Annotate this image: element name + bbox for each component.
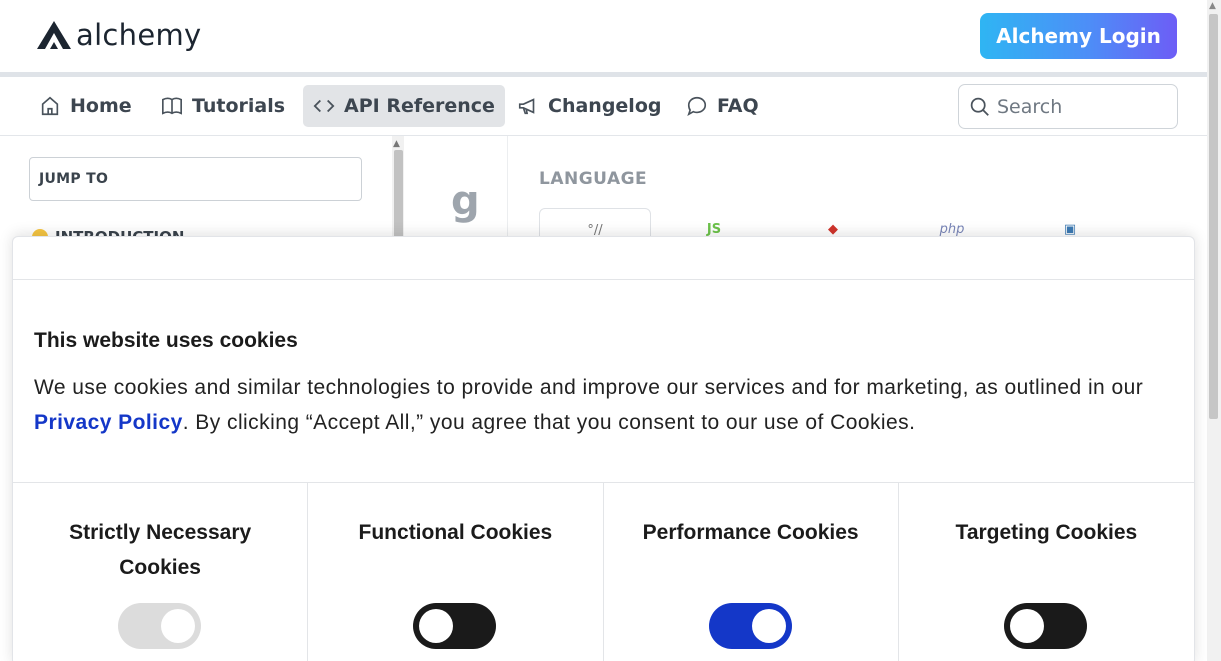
page-scrollbar-thumb[interactable] xyxy=(1209,14,1218,419)
cookie-category-targeting: Targeting Cookies xyxy=(899,483,1194,661)
strictly-necessary-toggle xyxy=(118,603,202,649)
cookie-category-strictly-necessary: Strictly Necessary Cookies xyxy=(13,483,309,661)
nav-item-label: Changelog xyxy=(548,95,662,117)
functional-toggle[interactable] xyxy=(413,603,497,649)
method-initial: g xyxy=(451,178,480,224)
home-icon xyxy=(41,96,59,116)
alchemy-logo[interactable]: alchemy xyxy=(36,18,202,52)
code-icon xyxy=(313,99,335,113)
search-input[interactable] xyxy=(997,95,1157,118)
cookie-text-part: . By clicking “Accept All,” you agree th… xyxy=(182,411,916,434)
toggle-knob xyxy=(751,609,786,643)
targeting-toggle[interactable] xyxy=(1004,603,1088,649)
toggle-knob xyxy=(161,609,196,643)
cookie-category-label: Targeting Cookies xyxy=(955,521,1138,544)
search-box[interactable] xyxy=(958,84,1178,129)
sidebar-scrollbar-thumb[interactable] xyxy=(394,150,403,240)
alchemy-logo-icon xyxy=(37,21,71,49)
nav-item-faq[interactable]: FAQ xyxy=(676,85,769,127)
performance-toggle[interactable] xyxy=(708,603,792,649)
cookie-category-label: Functional Cookies xyxy=(358,521,553,544)
scroll-up-arrow-icon[interactable]: ▲ xyxy=(393,139,400,149)
nav-item-home[interactable]: Home xyxy=(29,85,142,127)
nav-bar: Home Tutorials API Reference Changelog F… xyxy=(0,77,1207,136)
cookie-category-performance: Performance Cookies xyxy=(604,483,899,661)
top-header: alchemy Alchemy Login xyxy=(0,0,1207,72)
nav-item-tutorials[interactable]: Tutorials xyxy=(151,85,295,127)
book-icon xyxy=(162,97,182,115)
language-label: LANGUAGE xyxy=(539,169,648,189)
cookie-category-label: Performance Cookies xyxy=(642,521,859,544)
cookie-title: This website uses cookies xyxy=(34,329,298,352)
search-icon xyxy=(970,97,989,116)
cookie-text-part: We use cookies and similar technologies … xyxy=(34,376,1144,399)
chat-bubble-icon xyxy=(687,96,707,117)
jump-to-input[interactable]: JUMP TO xyxy=(29,157,362,201)
cookie-consent-modal: This website uses cookies We use cookies… xyxy=(12,236,1195,661)
megaphone-icon xyxy=(518,98,535,115)
nav-item-changelog[interactable]: Changelog xyxy=(507,85,671,127)
alchemy-login-button[interactable]: Alchemy Login xyxy=(980,13,1177,59)
cookie-category-label: Strictly Necessary Cookies xyxy=(69,521,252,579)
nav-item-label: API Reference xyxy=(344,95,495,117)
toggle-knob xyxy=(1010,609,1045,643)
nav-item-label: Home xyxy=(70,95,132,117)
privacy-policy-link[interactable]: Privacy Policy xyxy=(34,411,183,434)
toggle-knob xyxy=(419,609,454,643)
cookie-categories: Strictly Necessary Cookies Functional Co… xyxy=(13,482,1194,661)
nav-item-label: FAQ xyxy=(717,95,759,117)
nav-item-api-reference[interactable]: API Reference xyxy=(303,85,505,127)
page-scroll-up-arrow-icon[interactable]: ▲ xyxy=(1209,1,1216,11)
cookie-description: We use cookies and similar technologies … xyxy=(34,370,1184,440)
cookie-category-functional: Functional Cookies xyxy=(308,483,604,661)
nav-item-label: Tutorials xyxy=(192,95,286,117)
modal-divider xyxy=(13,279,1194,280)
logo-text: alchemy xyxy=(76,18,202,52)
